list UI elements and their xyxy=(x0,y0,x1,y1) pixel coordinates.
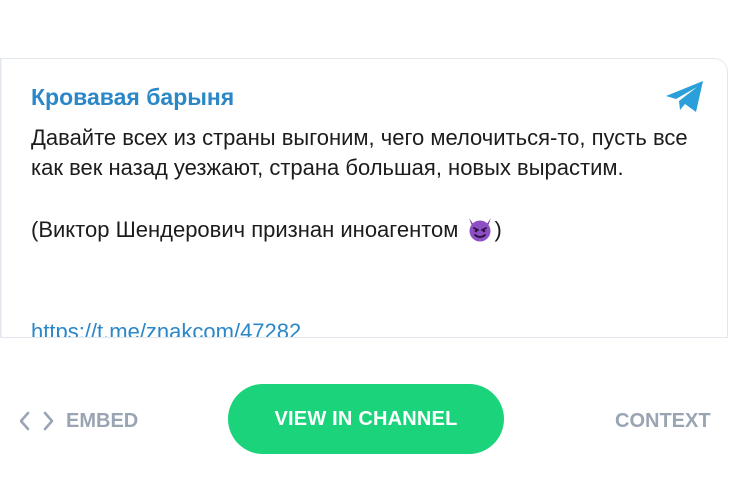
channel-name-link[interactable]: Кровавая барыня xyxy=(31,83,234,111)
view-in-channel-button[interactable]: VIEW IN CHANNEL xyxy=(228,384,504,454)
message-text: Давайте всех из страны выгоним, чего мел… xyxy=(31,123,711,245)
message-text-segment: ) xyxy=(494,217,502,242)
telegram-post-widget: Кровавая барыня Давайте всех из страны в… xyxy=(0,0,730,487)
post-card-body: Кровавая барыня Давайте всех из страны в… xyxy=(1,59,727,337)
message-link[interactable]: https://t.me/znakcom/47282 xyxy=(31,317,301,337)
message-paragraph: (Виктор Шендерович признан иноагентом ) xyxy=(31,215,711,245)
telegram-icon[interactable] xyxy=(663,79,707,115)
embed-button[interactable]: EMBED xyxy=(18,406,138,436)
code-brackets-icon xyxy=(19,411,54,431)
view-in-channel-label: VIEW IN CHANNEL xyxy=(274,407,458,430)
message-text-segment: (Виктор Шендерович признан иноагентом xyxy=(31,217,459,242)
post-card: Кровавая барыня Давайте всех из страны в… xyxy=(0,58,728,338)
smiling-devil-icon xyxy=(468,218,491,242)
context-label: CONTEXT xyxy=(615,409,711,432)
action-bar: EMBED VIEW IN CHANNEL CONTEXT xyxy=(0,384,730,454)
context-button[interactable]: CONTEXT xyxy=(615,406,711,436)
message-paragraph: Давайте всех из страны выгоним, чего мел… xyxy=(31,125,688,180)
embed-label: EMBED xyxy=(66,409,139,432)
